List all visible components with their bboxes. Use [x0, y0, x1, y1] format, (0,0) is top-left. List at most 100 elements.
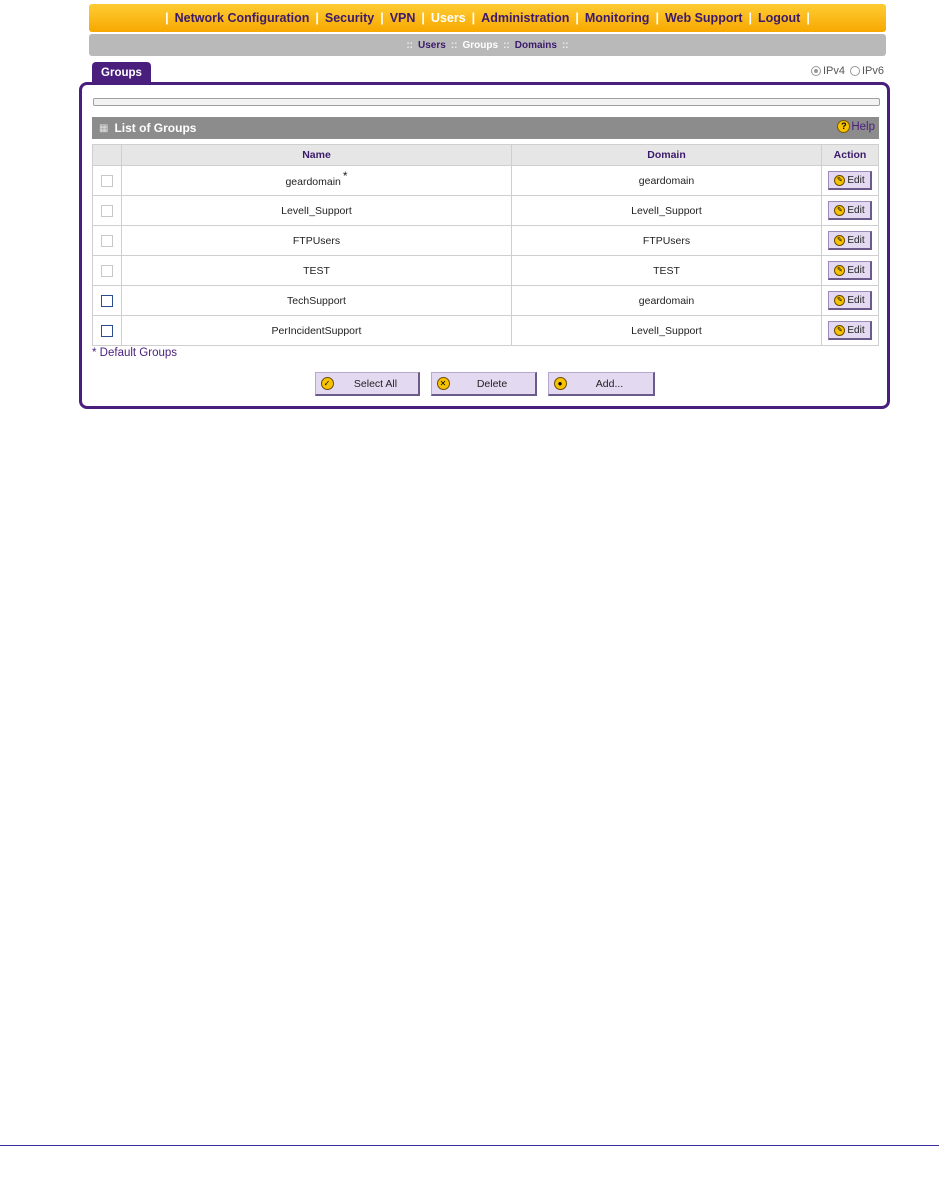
group-domain: geardomain: [638, 174, 695, 187]
ipv4-label: IPv4: [822, 65, 845, 77]
nav-separator: |: [655, 11, 659, 25]
ip-version-selector: IPv4 IPv6: [810, 65, 884, 77]
edit-button[interactable]: ✎ Edit: [828, 171, 872, 190]
row-checkbox[interactable]: [101, 324, 113, 337]
pencil-icon: ✎: [834, 234, 846, 246]
edit-label: Edit: [847, 294, 865, 306]
nav-web-support[interactable]: Web Support: [665, 11, 743, 25]
subnav-separator: ::: [503, 39, 510, 51]
row-checkbox[interactable]: [101, 294, 113, 307]
edit-button[interactable]: ✎ Edit: [828, 231, 872, 250]
row-checkbox: [101, 264, 113, 277]
action-cell: ✎ Edit: [821, 225, 879, 256]
nav-administration[interactable]: Administration: [481, 11, 569, 25]
action-cell: ✎ Edit: [821, 285, 879, 316]
action-buttons: ✓ Select All ✕ Delete ● Add...: [82, 372, 887, 396]
row-select-cell: [92, 165, 122, 196]
edit-button[interactable]: ✎ Edit: [828, 321, 872, 340]
row-select-cell: [92, 255, 122, 286]
tab-groups[interactable]: Groups: [92, 62, 151, 83]
group-name-cell: LevelI_Support: [121, 195, 512, 226]
help-link[interactable]: ? Help: [837, 120, 875, 133]
action-cell: ✎ Edit: [821, 195, 879, 226]
group-name: FTPUsers: [292, 234, 341, 247]
table-row: TEST TEST ✎ Edit: [92, 255, 879, 286]
action-cell: ✎ Edit: [821, 165, 879, 196]
table-row: LevelI_Support LevelI_Support ✎ Edit: [92, 195, 879, 226]
default-groups-note: * Default Groups: [92, 347, 178, 359]
group-domain: FTPUsers: [642, 234, 691, 247]
nav-vpn[interactable]: VPN: [390, 11, 416, 25]
nav-logout[interactable]: Logout: [758, 11, 800, 25]
nav-network-configuration[interactable]: Network Configuration: [175, 11, 310, 25]
table-row: PerIncidentSupport LevelI_Support ✎ Edit: [92, 315, 879, 346]
action-cell: ✎ Edit: [821, 315, 879, 346]
delete-label: Delete: [476, 377, 508, 390]
nav-separator: |: [380, 11, 384, 25]
help-icon: ?: [837, 120, 851, 133]
group-domain-cell: geardomain: [511, 165, 822, 196]
ipv6-radio[interactable]: [849, 66, 860, 76]
subnav-users[interactable]: Users: [418, 40, 446, 51]
table-row: TechSupport geardomain ✎ Edit: [92, 285, 879, 316]
nav-separator: |: [421, 11, 425, 25]
sub-navigation: :: Users:: Groups:: Domains::: [89, 34, 886, 56]
row-checkbox: [101, 204, 113, 217]
group-domain-cell: geardomain: [511, 285, 822, 316]
group-name: LevelI_Support: [281, 204, 352, 217]
group-domain: LevelI_Support: [631, 204, 702, 217]
name-column-header: Name: [121, 144, 512, 166]
list-header: ▦ List of Groups ? Help: [92, 117, 879, 139]
nav-separator: |: [575, 11, 579, 25]
group-name: TEST: [303, 264, 330, 277]
main-navigation: | Network Configuration | Security | VPN | User…: [89, 4, 886, 32]
select-all-label: Select All: [353, 377, 398, 390]
edit-button[interactable]: ✎ Edit: [828, 291, 872, 310]
delete-button[interactable]: ✕ Delete: [430, 372, 537, 396]
add-button[interactable]: ● Add...: [547, 372, 655, 396]
ipv4-radio[interactable]: [810, 66, 821, 76]
subnav-domains[interactable]: Domains: [515, 40, 557, 51]
row-select-cell: [92, 195, 122, 226]
row-select-cell: [92, 225, 122, 256]
nav-separator: |: [315, 11, 319, 25]
group-name: geardomain: [285, 175, 341, 188]
edit-label: Edit: [847, 204, 865, 216]
domain-column-header: Domain: [511, 144, 822, 166]
status-bar: [93, 98, 880, 106]
help-label: Help: [851, 120, 875, 133]
nav-separator: |: [471, 11, 476, 25]
nav-users[interactable]: Users: [431, 11, 466, 25]
add-label: Add...: [595, 377, 624, 390]
edit-label: Edit: [847, 174, 865, 186]
router-admin-frame: | Network Configuration | Security | VPN | User…: [79, 0, 893, 414]
nav-separator: |: [748, 11, 753, 25]
group-domain: LevelI_Support: [631, 324, 702, 337]
group-domain-cell: LevelI_Support: [511, 195, 822, 226]
subnav-groups[interactable]: Groups: [463, 40, 499, 51]
group-domain: TEST: [653, 264, 680, 277]
grid-icon: ▦: [99, 122, 109, 134]
nav-monitoring[interactable]: Monitoring: [585, 11, 650, 25]
edit-button[interactable]: ✎ Edit: [828, 201, 872, 220]
select-column-header: [92, 144, 122, 166]
delete-icon: ✕: [436, 377, 450, 390]
group-domain: geardomain: [638, 294, 695, 307]
group-domain-cell: TEST: [511, 255, 822, 286]
check-icon: ✓: [320, 377, 334, 390]
group-domain-cell: LevelI_Support: [511, 315, 822, 346]
edit-button[interactable]: ✎ Edit: [828, 261, 872, 280]
nav-security[interactable]: Security: [325, 11, 374, 25]
row-checkbox: [101, 234, 113, 247]
group-name-cell: TEST: [121, 255, 512, 286]
pencil-icon: ✎: [834, 264, 846, 276]
pencil-icon: ✎: [834, 204, 846, 216]
nav-separator: |: [165, 11, 169, 25]
pencil-icon: ✎: [834, 324, 846, 336]
row-select-cell: [92, 285, 122, 316]
group-domain-cell: FTPUsers: [511, 225, 822, 256]
select-all-button[interactable]: ✓ Select All: [314, 372, 420, 396]
row-select-cell: [92, 315, 122, 346]
default-marker: *: [342, 168, 348, 183]
subnav-separator: ::: [561, 39, 569, 51]
